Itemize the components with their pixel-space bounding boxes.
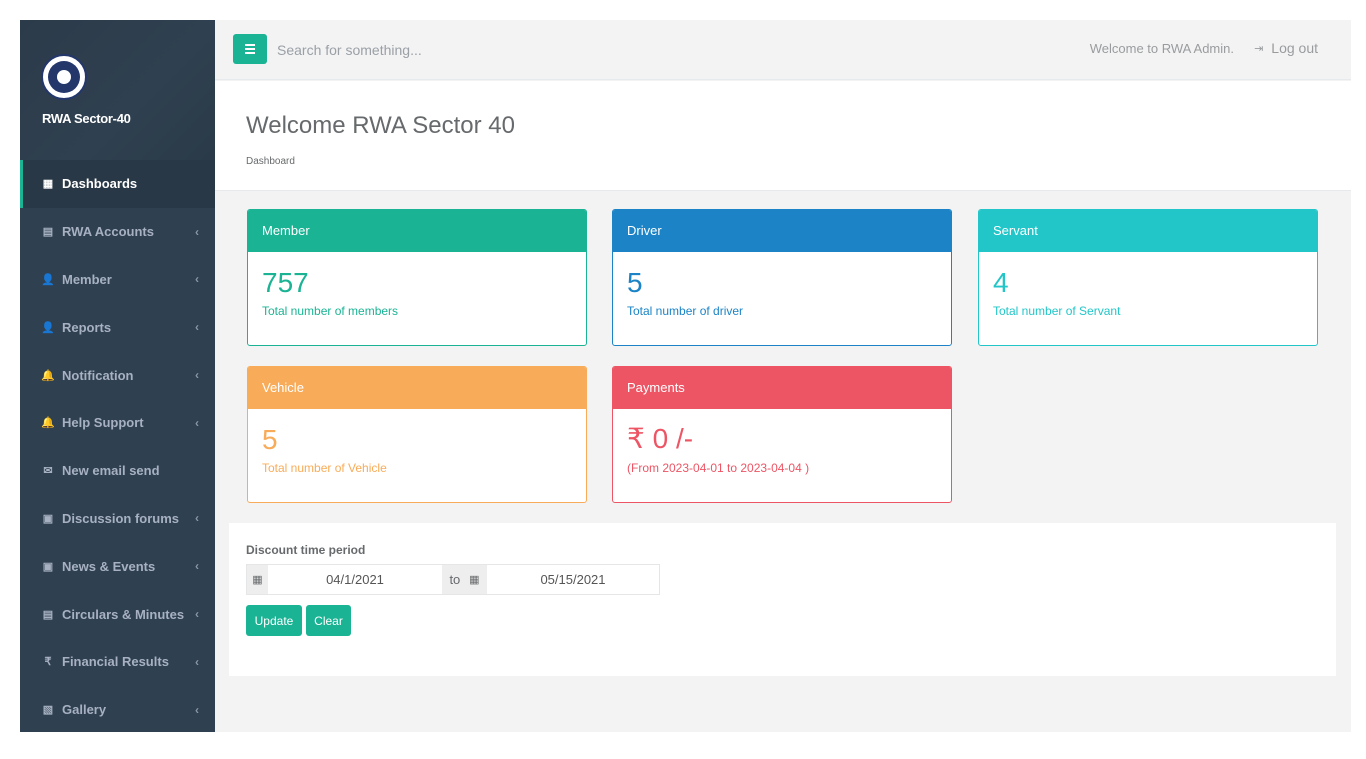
card-subtitle: Total number of members [262, 304, 399, 318]
sidebar-item-label: Member [62, 271, 112, 287]
calendar-icon: ▦ [469, 574, 480, 586]
sidebar: RWA Sector-40 ▦ Dashboards ▤ RWA Accounts ‹ 👤… [20, 20, 215, 732]
card-value: 757 [262, 267, 309, 298]
sign-out-icon: ⇥ [1254, 42, 1264, 55]
welcome-message: Welcome to RWA Admin. [1089, 41, 1234, 56]
calculator-icon: ▤ [42, 226, 54, 239]
payments-card: Payments ₹ 0 /- (From 2023-04-01 to 2023… [612, 366, 952, 503]
card-value: 5 [262, 424, 278, 455]
rupee-icon: ₹ [44, 656, 52, 669]
update-button[interactable]: Update [246, 605, 302, 636]
card-title: Driver [613, 210, 951, 252]
sidebar-item-help-support[interactable]: 🔔 Help Support ‹ [20, 399, 215, 447]
sidebar-item-label: Reports [62, 319, 112, 335]
page-title: Welcome RWA Sector 40 [246, 112, 515, 139]
sidebar-item-discussion-forums[interactable]: ▣ Discussion forums ‹ [20, 495, 215, 543]
card-value: ₹ 0 /- [627, 423, 694, 454]
sidebar-header: RWA Sector-40 [20, 20, 215, 160]
card-title: Payments [613, 367, 951, 409]
sidebar-item-financial-results[interactable]: ₹ Financial Results ‹ [20, 638, 215, 686]
sidebar-item-label: Help Support [62, 415, 144, 431]
date-range-picker: ▦ to ▦ [246, 564, 660, 595]
sidebar-item-label: Dashboards [62, 176, 138, 192]
logout-link[interactable]: ⇥ Log out [1254, 40, 1318, 56]
sidebar-item-news-events[interactable]: ▣ News & Events ‹ [20, 542, 215, 590]
bell-icon: 🔔 [41, 369, 55, 382]
chevron-left-icon: ‹ [195, 272, 199, 287]
search-input[interactable] [277, 36, 677, 64]
sidebar-item-label: Circulars & Minutes [62, 606, 185, 622]
end-date-input[interactable] [487, 565, 659, 594]
image-icon: ▧ [42, 704, 54, 717]
card-subtitle: Total number of driver [627, 304, 744, 318]
envelope-icon: ✉ [43, 465, 53, 478]
chevron-left-icon: ‹ [195, 368, 199, 383]
sidebar-item-dashboards[interactable]: ▦ Dashboards [20, 160, 215, 208]
card-subtitle: Total number of Vehicle [262, 461, 387, 475]
logout-label: Log out [1271, 40, 1318, 56]
discount-panel: Discount time period ▦ to ▦ Update Clear [229, 523, 1336, 676]
user-icon: 👤 [41, 273, 55, 286]
sidebar-item-rwa-accounts[interactable]: ▤ RWA Accounts ‹ [20, 208, 215, 256]
chevron-left-icon: ‹ [195, 320, 199, 335]
vehicle-card: Vehicle 5 Total number of Vehicle [247, 366, 587, 503]
chevron-left-icon: ‹ [195, 415, 199, 430]
chevron-left-icon: ‹ [195, 511, 199, 526]
page-heading: Welcome RWA Sector 40 Dashboard [215, 81, 1351, 191]
calendar-icon: ▦ [247, 565, 268, 594]
card-title: Member [248, 210, 586, 252]
chevron-left-icon: ‹ [195, 702, 199, 717]
newspaper-icon: ▣ [42, 560, 54, 573]
rwa-logo [41, 54, 87, 100]
member-card: Member 757 Total number of members [247, 209, 587, 346]
sidebar-item-label: New email send [62, 463, 160, 479]
sidebar-item-new-email-send[interactable]: ✉ New email send [20, 447, 215, 495]
app-frame: RWA Sector-40 ▦ Dashboards ▤ RWA Accounts ‹ 👤… [20, 20, 1351, 732]
user-icon: 👤 [41, 321, 55, 334]
sidebar-item-label: News & Events [62, 558, 156, 574]
brand-name[interactable]: RWA Sector-40 [42, 111, 131, 126]
chevron-left-icon: ‹ [195, 607, 199, 622]
sidebar-item-label: Notification [62, 367, 134, 383]
chevron-left-icon: ‹ [195, 559, 199, 574]
menu-toggle-button[interactable] [233, 34, 267, 64]
card-subtitle: Total number of Servant [993, 304, 1121, 318]
sidebar-nav: ▦ Dashboards ▤ RWA Accounts ‹ 👤 Member ‹ 👤 Report… [20, 160, 215, 732]
to-label: to [449, 572, 461, 587]
card-value: 4 [993, 267, 1009, 298]
file-text-icon: ▤ [42, 608, 54, 621]
newspaper-icon: ▣ [42, 512, 54, 525]
sidebar-item-member[interactable]: 👤 Member ‹ [20, 256, 215, 304]
card-value: 5 [627, 267, 643, 298]
sidebar-item-label: Financial Results [62, 654, 169, 670]
sidebar-item-circulars-minutes[interactable]: ▤ Circulars & Minutes ‹ [20, 590, 215, 638]
sidebar-item-label: RWA Accounts [62, 224, 154, 240]
card-title: Vehicle [248, 367, 586, 409]
sidebar-item-reports[interactable]: 👤 Reports ‹ [20, 303, 215, 351]
range-separator: to ▦ [442, 565, 487, 594]
start-date-input[interactable] [268, 565, 442, 594]
driver-card: Driver 5 Total number of driver [612, 209, 952, 346]
sidebar-item-label: Gallery [62, 702, 107, 718]
sidebar-item-label: Discussion forums [62, 510, 180, 526]
chevron-left-icon: ‹ [195, 654, 199, 669]
servant-card: Servant 4 Total number of Servant [978, 209, 1318, 346]
chevron-left-icon: ‹ [195, 224, 199, 239]
bell-icon: 🔔 [41, 417, 55, 430]
sidebar-item-gallery[interactable]: ▧ Gallery ‹ [20, 686, 215, 732]
th-large-icon: ▦ [42, 178, 54, 191]
card-title: Servant [979, 210, 1317, 252]
topbar: Welcome to RWA Admin. ⇥ Log out [215, 20, 1351, 80]
discount-title: Discount time period [246, 543, 366, 557]
card-subtitle: (From 2023-04-01 to 2023-04-04 ) [627, 461, 810, 475]
sidebar-item-notification[interactable]: 🔔 Notification ‹ [20, 351, 215, 399]
clear-button[interactable]: Clear [306, 605, 351, 636]
breadcrumb[interactable]: Dashboard [246, 156, 295, 167]
